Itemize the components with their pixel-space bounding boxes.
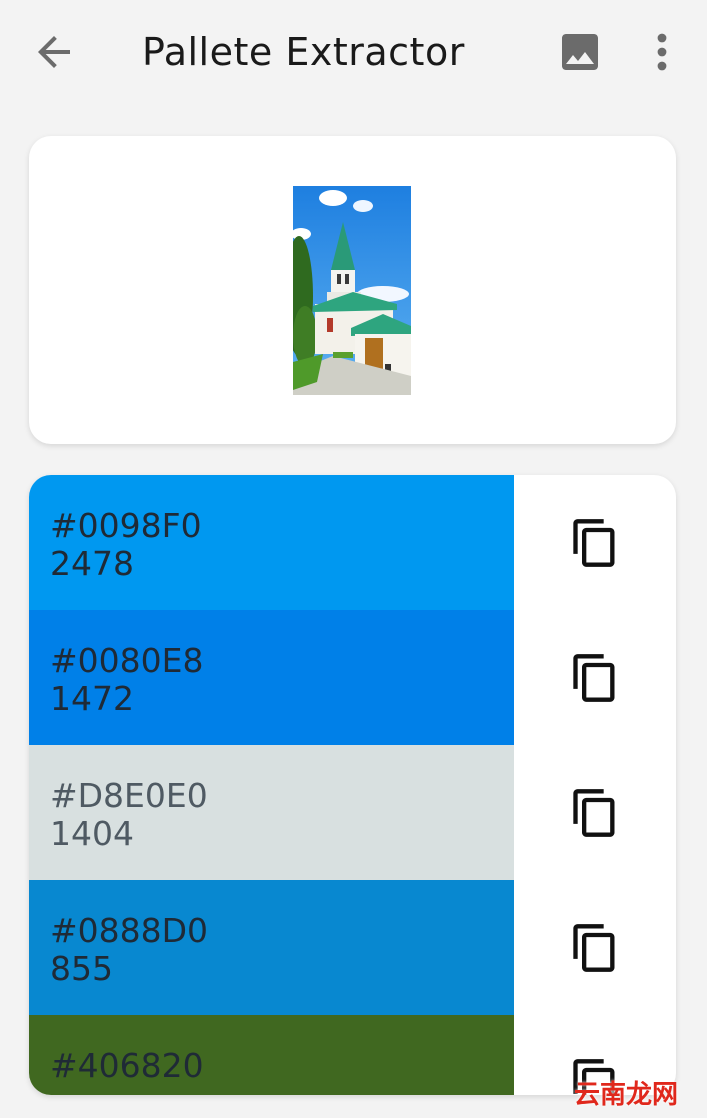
- watermark: 云南龙网: [574, 1080, 679, 1110]
- page-title: Pallete Extractor: [142, 30, 465, 74]
- pick-image-button[interactable]: [556, 28, 604, 76]
- color-count: 2478: [50, 544, 134, 583]
- palette-list: #0098F0 2478 #0080E8 1472 #D8E0E0 1404 #0888D0…: [29, 475, 676, 1095]
- image-icon: [562, 34, 598, 70]
- copy-color-button[interactable]: [569, 652, 621, 704]
- color-hex: #D8E0E0: [50, 776, 208, 815]
- more-options-button[interactable]: [640, 28, 684, 76]
- color-hex: #0098F0: [50, 506, 202, 545]
- color-count: 855: [50, 949, 113, 988]
- image-preview-card: [29, 136, 676, 444]
- palette-row: #0888D0 855: [29, 880, 676, 1015]
- copy-color-button[interactable]: [569, 922, 621, 974]
- back-button[interactable]: [30, 28, 78, 76]
- color-hex: #0080E8: [50, 641, 204, 680]
- palette-row: #0080E8 1472: [29, 610, 676, 745]
- color-swatch: #D8E0E0 1404: [29, 745, 514, 880]
- color-hex: #406820: [50, 1046, 204, 1085]
- more-vert-icon: [657, 33, 667, 71]
- palette-row: #0098F0 2478: [29, 475, 676, 610]
- color-count: 1404: [50, 814, 134, 853]
- app-bar: Pallete Extractor: [0, 0, 707, 106]
- copy-icon: [573, 924, 615, 972]
- copy-icon: [573, 519, 615, 567]
- arrow-back-icon: [38, 36, 70, 68]
- copy-color-button[interactable]: [569, 787, 621, 839]
- copy-icon: [573, 789, 615, 837]
- color-swatch: #406820: [29, 1015, 514, 1095]
- copy-icon: [573, 654, 615, 702]
- color-count: 1472: [50, 679, 134, 718]
- color-hex: #0888D0: [50, 911, 209, 950]
- church-photo: [293, 186, 411, 395]
- color-swatch: #0080E8 1472: [29, 610, 514, 745]
- selected-image: [293, 186, 411, 395]
- palette-row: #D8E0E0 1404: [29, 745, 676, 880]
- color-swatch: #0098F0 2478: [29, 475, 514, 610]
- copy-color-button[interactable]: [569, 517, 621, 569]
- color-swatch: #0888D0 855: [29, 880, 514, 1015]
